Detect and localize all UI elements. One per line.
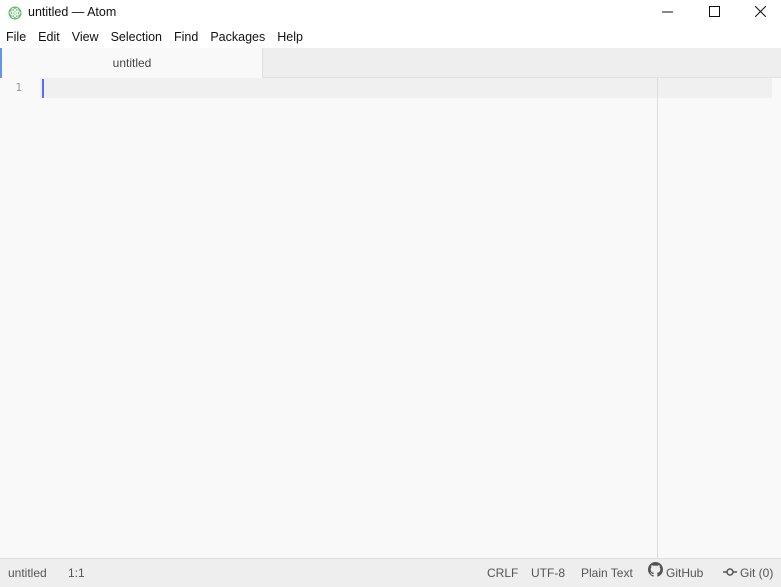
menu-selection[interactable]: Selection (105, 26, 168, 48)
tab-untitled[interactable]: untitled (0, 48, 263, 78)
maximize-icon (708, 4, 720, 22)
status-grammar[interactable]: Plain Text (581, 559, 633, 587)
vertical-scrollbar[interactable] (772, 78, 781, 558)
github-button[interactable]: GitHub (648, 559, 703, 587)
window-title: untitled — Atom (28, 5, 117, 19)
maximize-button[interactable] (691, 0, 737, 26)
menu-packages[interactable]: Packages (204, 26, 271, 48)
title-bar: untitled — Atom (0, 0, 781, 26)
status-bar: untitled 1:1 CRLF UTF-8 Plain Text GitHu… (0, 558, 781, 587)
minimize-icon (661, 4, 673, 22)
minimize-button[interactable] (644, 0, 690, 26)
menu-view[interactable]: View (66, 26, 105, 48)
menu-help[interactable]: Help (271, 26, 309, 48)
line-number-gutter: 1 (0, 78, 40, 558)
git-button[interactable]: Git (0) (723, 559, 773, 587)
status-line-ending[interactable]: CRLF (487, 559, 518, 587)
atom-window: untitled — Atom File Edit View Selection… (0, 0, 781, 587)
git-commit-icon (723, 559, 740, 587)
wrap-guide (657, 78, 658, 558)
text-editor[interactable]: 1 (0, 78, 781, 558)
tab-bar: untitled (0, 48, 781, 78)
status-encoding[interactable]: UTF-8 (531, 559, 565, 587)
menu-file[interactable]: File (0, 26, 32, 48)
menu-bar: File Edit View Selection Find Packages H… (0, 26, 781, 48)
menu-find[interactable]: Find (168, 26, 204, 48)
cursor-line-highlight (40, 78, 772, 98)
close-button[interactable] (737, 0, 781, 26)
git-label: Git (0) (740, 566, 774, 580)
line-number: 1 (15, 81, 22, 94)
text-cursor (42, 79, 44, 98)
github-label: GitHub (666, 566, 704, 580)
close-icon (754, 4, 766, 22)
status-file-name[interactable]: untitled (8, 559, 47, 587)
atom-icon (8, 6, 22, 20)
menu-edit[interactable]: Edit (32, 26, 66, 48)
github-icon (648, 559, 666, 587)
status-cursor-position[interactable]: 1:1 (68, 559, 85, 587)
tab-label: untitled (112, 56, 152, 70)
